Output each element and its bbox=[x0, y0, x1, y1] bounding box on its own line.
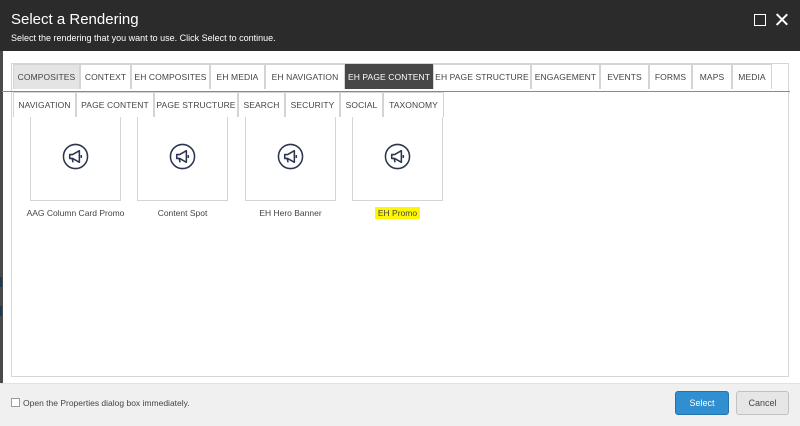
tab-security[interactable]: SECURITY bbox=[285, 92, 340, 117]
rendering-label: AAG Column Card Promo bbox=[26, 208, 125, 218]
tab-page-structure[interactable]: PAGE STRUCTURE bbox=[154, 92, 238, 117]
tab-events[interactable]: EVENTS bbox=[600, 64, 649, 89]
background-marker bbox=[0, 277, 2, 287]
rendering-card-eh-hero-banner[interactable] bbox=[245, 117, 336, 201]
tab-composites[interactable]: COMPOSITES bbox=[13, 64, 80, 89]
background-marker bbox=[0, 306, 2, 316]
tab-forms[interactable]: FORMS bbox=[649, 64, 692, 89]
dialog-header: Select a Rendering Select the rendering … bbox=[0, 0, 800, 51]
rendering-label-highlighted: EH Promo bbox=[337, 207, 458, 219]
open-properties-label: Open the Properties dialog box immediate… bbox=[23, 398, 190, 408]
select-button[interactable]: Select bbox=[675, 391, 729, 415]
maximize-icon[interactable] bbox=[752, 12, 768, 28]
tab-media[interactable]: MEDIA bbox=[732, 64, 772, 89]
rendering-label: Content Spot bbox=[157, 208, 208, 218]
select-rendering-dialog: Select a Rendering Select the rendering … bbox=[0, 0, 800, 426]
megaphone-icon bbox=[169, 143, 196, 170]
tab-page-content[interactable]: PAGE CONTENT bbox=[76, 92, 154, 117]
tab-engagement[interactable]: ENGAGEMENT bbox=[531, 64, 600, 89]
rendering-card-aag-column-card-promo[interactable] bbox=[30, 117, 121, 201]
tab-social[interactable]: SOCIAL bbox=[340, 92, 383, 117]
background-strip bbox=[0, 51, 3, 426]
close-icon[interactable] bbox=[774, 12, 790, 28]
open-properties-checkbox[interactable] bbox=[11, 398, 20, 407]
cancel-button[interactable]: Cancel bbox=[736, 391, 789, 415]
tab-eh-media[interactable]: EH MEDIA bbox=[210, 64, 265, 89]
highlighted-text: EH Promo bbox=[374, 207, 421, 219]
tab-eh-composites[interactable]: EH COMPOSITES bbox=[131, 64, 210, 89]
tab-maps[interactable]: MAPS bbox=[692, 64, 732, 89]
tab-navigation[interactable]: NAVIGATION bbox=[13, 92, 76, 117]
tab-taxonomy[interactable]: TAXONOMY bbox=[383, 92, 444, 117]
megaphone-icon bbox=[62, 143, 89, 170]
tab-context[interactable]: CONTEXT bbox=[80, 64, 131, 89]
rendering-card-content-spot[interactable] bbox=[137, 117, 228, 201]
tab-eh-navigation[interactable]: EH NAVIGATION bbox=[265, 64, 345, 89]
dialog-title: Select a Rendering bbox=[11, 11, 139, 28]
rendering-card-eh-promo[interactable] bbox=[352, 117, 443, 201]
tab-eh-page-content[interactable]: EH PAGE CONTENT bbox=[345, 64, 433, 89]
tab-search[interactable]: SEARCH bbox=[238, 92, 285, 117]
megaphone-icon bbox=[277, 143, 304, 170]
dialog-subtitle: Select the rendering that you want to us… bbox=[11, 33, 276, 43]
megaphone-icon bbox=[384, 143, 411, 170]
tab-eh-page-structure[interactable]: EH PAGE STRUCTURE bbox=[433, 64, 531, 89]
rendering-label: EH Hero Banner bbox=[259, 208, 322, 218]
